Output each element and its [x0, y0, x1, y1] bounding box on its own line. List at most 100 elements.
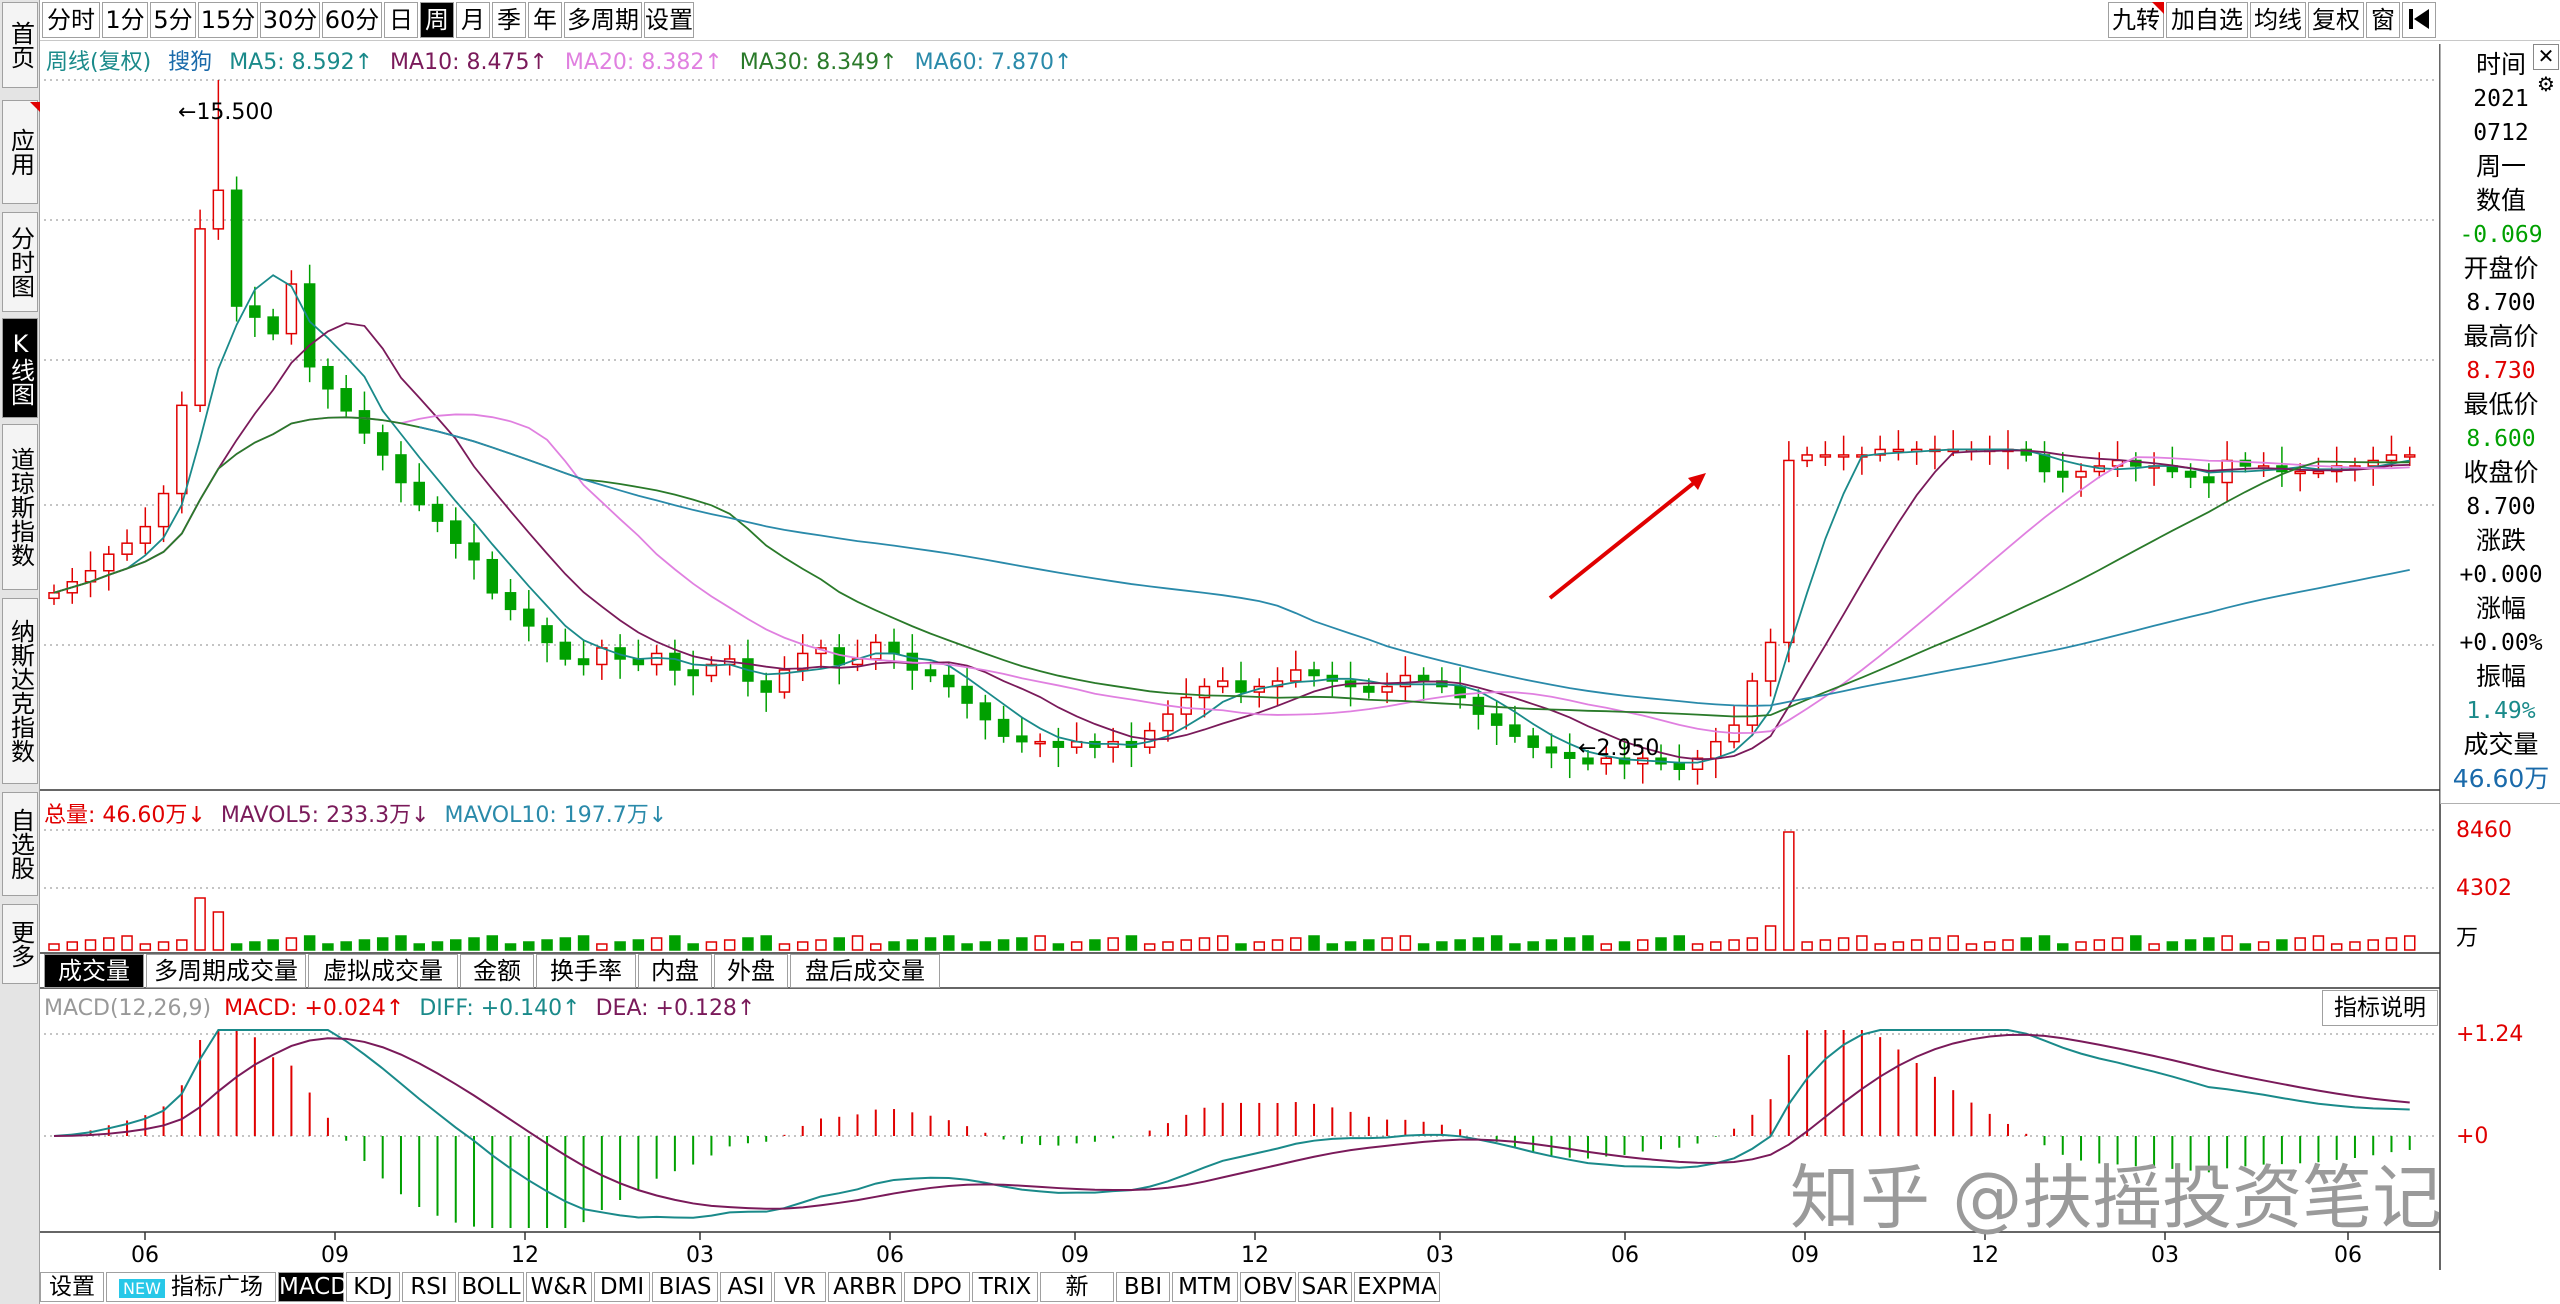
indicator-tab-rsi[interactable]: RSI	[402, 1272, 456, 1302]
ma10-line	[53, 322, 2410, 761]
volume-bar	[285, 937, 298, 951]
vol-tab-turnover[interactable]: 换手率	[536, 954, 636, 988]
indicator-tab-label: MACD	[279, 1274, 348, 1300]
rp-year: 2021	[2473, 86, 2529, 112]
sidebar-home[interactable]: 首页	[2, 2, 38, 88]
period-settings[interactable]: 设置	[644, 2, 694, 38]
macd-legend: MACD(12,26,9) MACD: +0.024 DIFF: +0.140 …	[44, 996, 755, 1021]
window-button[interactable]: 窗	[2366, 2, 2400, 38]
indicator-help-button[interactable]: 指标说明	[2322, 990, 2438, 1026]
candle-body	[577, 658, 590, 666]
indicator-tab-vr[interactable]: VR	[774, 1272, 826, 1302]
indicator-tab-trix[interactable]: TRIX	[972, 1272, 1038, 1302]
period-quarter[interactable]: 季	[492, 2, 526, 38]
candle-body	[1563, 751, 1576, 759]
indicator-tab-obv[interactable]: OBV	[1240, 1272, 1296, 1302]
rp-change-label: 涨跌	[2475, 526, 2526, 555]
volume-bar	[66, 941, 79, 951]
mavol5-label: MAVOL5: 233.3万	[221, 803, 430, 828]
macd-value: MACD: +0.024	[224, 996, 404, 1021]
vol-tab-amount[interactable]: 金额	[460, 954, 534, 988]
indicator-tab-label: 设置	[49, 1274, 95, 1300]
ma5-line	[53, 274, 2410, 764]
ma20-line	[53, 413, 2410, 735]
vol-tab-multi-period[interactable]: 多周期成交量	[146, 954, 306, 988]
candle-body	[523, 608, 535, 627]
back-to-start-button[interactable]	[2402, 2, 2436, 38]
indicator-tab-wr[interactable]: W&R	[526, 1272, 592, 1302]
volume-bar	[176, 939, 188, 951]
sidebar-dow-jones[interactable]: 道琼斯指数	[2, 424, 38, 590]
vol-tab-inner[interactable]: 内盘	[638, 954, 712, 988]
jiuzhuan-button[interactable]: 九转	[2108, 2, 2164, 38]
indicator-tab-label: W&R	[530, 1274, 588, 1300]
period-week[interactable]: 周	[420, 2, 454, 38]
period-30min[interactable]: 30分	[260, 2, 320, 38]
indicator-tab-dmi[interactable]: DMI	[594, 1272, 650, 1302]
candle-body	[212, 189, 225, 230]
volume-bar	[1344, 941, 1357, 951]
indicator-tab-bias[interactable]: BIAS	[652, 1272, 718, 1302]
period-5min[interactable]: 5分	[150, 2, 196, 38]
vol-tab-virtual[interactable]: 虚拟成交量	[308, 954, 458, 988]
volume-bar	[1582, 935, 1594, 951]
vol-tab-outer[interactable]: 外盘	[714, 954, 788, 988]
period-day[interactable]: 日	[384, 2, 418, 38]
indicator-tab-sar[interactable]: SAR	[1298, 1272, 1352, 1302]
volume-bar	[1472, 937, 1485, 951]
rp-vol-label: 成交量	[2463, 730, 2539, 759]
indicator-tab-dpo[interactable]: DPO	[904, 1272, 970, 1302]
sidebar-kline-chart[interactable]: K线图	[2, 318, 38, 418]
indicator-tab-expma[interactable]: EXPMA	[1354, 1272, 1440, 1302]
volume-bar	[1563, 937, 1576, 951]
indicator-tab-asi[interactable]: ASI	[720, 1272, 772, 1302]
candle-body	[1290, 669, 1302, 682]
high-price-annotation: ←15.500	[178, 100, 273, 125]
candle-body	[2057, 470, 2069, 478]
indicator-tab-settings[interactable]: 设置	[40, 1272, 104, 1302]
period-15min[interactable]: 15分	[198, 2, 258, 38]
volume-bar	[2130, 935, 2142, 951]
period-month[interactable]: 月	[456, 2, 490, 38]
vol-tab-volume[interactable]: 成交量	[44, 954, 144, 988]
chart-annotations	[1548, 473, 1706, 600]
indicator-tab-bbi[interactable]: BBI	[1116, 1272, 1170, 1302]
candlestick-series	[48, 80, 2416, 785]
ma-line-button[interactable]: 均线	[2250, 2, 2306, 38]
period-60min[interactable]: 60分	[322, 2, 382, 38]
indicator-tab-square[interactable]: NEW 指标广场	[106, 1272, 276, 1302]
indicator-tab-kdj[interactable]: KDJ	[346, 1272, 400, 1302]
candle-body	[1417, 674, 1430, 682]
indicator-tab-arbr[interactable]: ARBR	[828, 1272, 902, 1302]
volume-bar	[1746, 937, 1759, 951]
period-multi[interactable]: 多周期	[564, 2, 642, 38]
indicator-tab-label: DMI	[599, 1274, 645, 1300]
sidebar-minute-chart[interactable]: 分时图	[2, 212, 38, 312]
period-year[interactable]: 年	[528, 2, 562, 38]
ma60-label: MA60: 7.870	[915, 50, 1073, 75]
indicator-tab-boll[interactable]: BOLL	[458, 1272, 524, 1302]
add-watchlist-button[interactable]: 加自选	[2166, 2, 2248, 38]
new-badge: NEW	[119, 1279, 165, 1298]
sidebar-app[interactable]: 应用	[2, 100, 38, 204]
indicator-tab-macd[interactable]: MACD	[278, 1272, 348, 1302]
volume-bar	[1892, 941, 1905, 951]
red-corner-icon	[2152, 2, 2164, 14]
candle-body	[1034, 740, 1046, 745]
sidebar-watchlist[interactable]: 自选股	[2, 792, 38, 896]
vol-tab-after-hours[interactable]: 盘后成交量	[790, 954, 940, 988]
volume-bar	[1436, 941, 1448, 951]
volume-bar	[559, 937, 572, 951]
sidebar-more[interactable]: 更多	[2, 904, 38, 984]
candle-body	[888, 641, 900, 655]
fuquan-button[interactable]: 复权	[2308, 2, 2364, 38]
period-fenshi[interactable]: 分时	[42, 2, 100, 38]
volume-bar	[632, 939, 645, 951]
sidebar-nasdaq[interactable]: 纳斯达克指数	[2, 598, 38, 784]
volume-bar	[1764, 925, 1777, 951]
kline-chart[interactable]: 06 09 12 03 06 09 12 03 06 09 12 03 06 知乎 @扶摇投资笔记	[0, 0, 2560, 1304]
indicator-tab-mtm[interactable]: MTM	[1172, 1272, 1238, 1302]
volume-bar	[504, 943, 517, 951]
indicator-tab-dma[interactable]: 新DMA	[1040, 1272, 1114, 1304]
period-1min[interactable]: 1分	[102, 2, 148, 38]
